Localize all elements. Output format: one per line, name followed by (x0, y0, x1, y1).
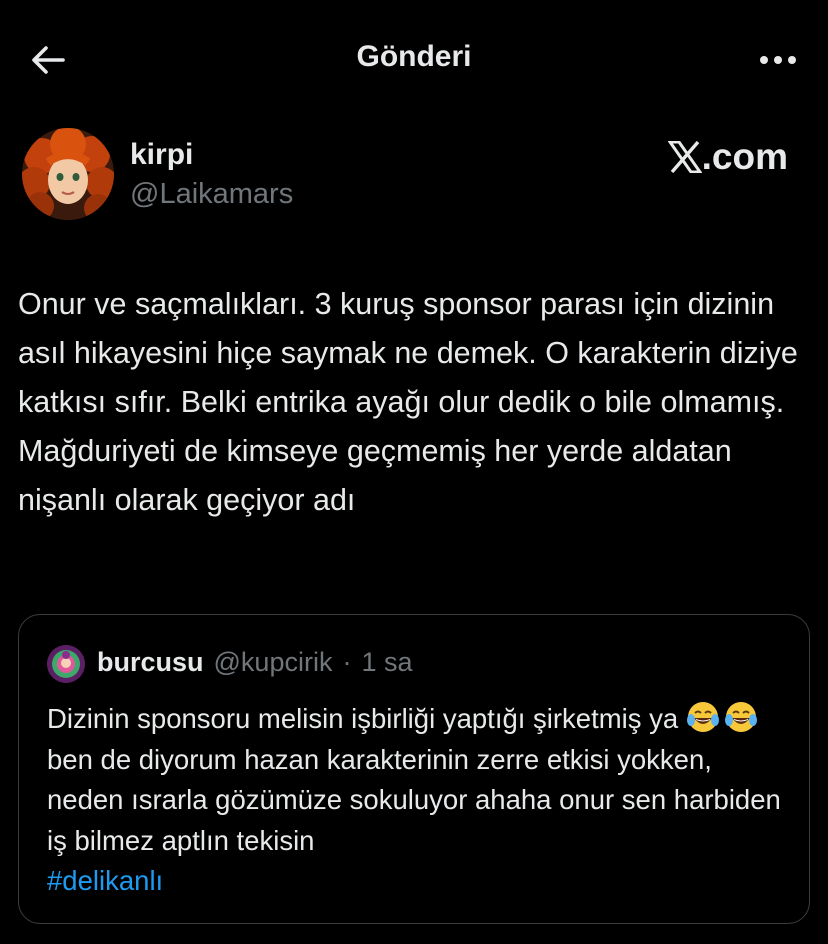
quote-author-handle[interactable]: @kupcirik (214, 647, 333, 678)
author-name[interactable]: kirpi (130, 138, 193, 172)
hashtag-link[interactable]: #delikanlı (47, 865, 163, 896)
more-horizontal-icon (760, 56, 796, 64)
page-title: Gönderi (356, 40, 472, 73)
quote-text-part2: ben de diyorum hazan karakterinin zerre … (47, 743, 781, 856)
face-with-tears-of-joy-icon (686, 702, 719, 732)
quote-timestamp[interactable]: 1 sa (361, 647, 412, 678)
author-avatar[interactable] (22, 128, 114, 220)
more-button[interactable] (754, 40, 802, 80)
x-com-watermark: .com (667, 136, 788, 178)
quote-avatar[interactable] (47, 645, 85, 683)
quote-text: Dizinin sponsoru melisin işbirliği yaptı… (47, 699, 787, 902)
quote-header: burcusu @kupcirik · 1 sa (97, 647, 413, 678)
top-bar: Gönderi (0, 0, 828, 118)
quoted-post[interactable]: burcusu @kupcirik · 1 sa Dizinin sponsor… (18, 614, 810, 924)
x-logo-icon (667, 141, 702, 173)
brand-suffix: .com (701, 136, 788, 177)
post-text: Onur ve saçmalıkları. 3 kuruş sponsor pa… (18, 287, 798, 517)
quote-separator: · (342, 647, 352, 677)
face-with-tears-of-joy-icon (724, 702, 757, 732)
quote-author-name[interactable]: burcusu (97, 647, 204, 678)
author-handle[interactable]: @Laikamars (130, 178, 293, 211)
quote-text-part1: Dizinin sponsoru melisin işbirliği yaptı… (47, 703, 679, 734)
